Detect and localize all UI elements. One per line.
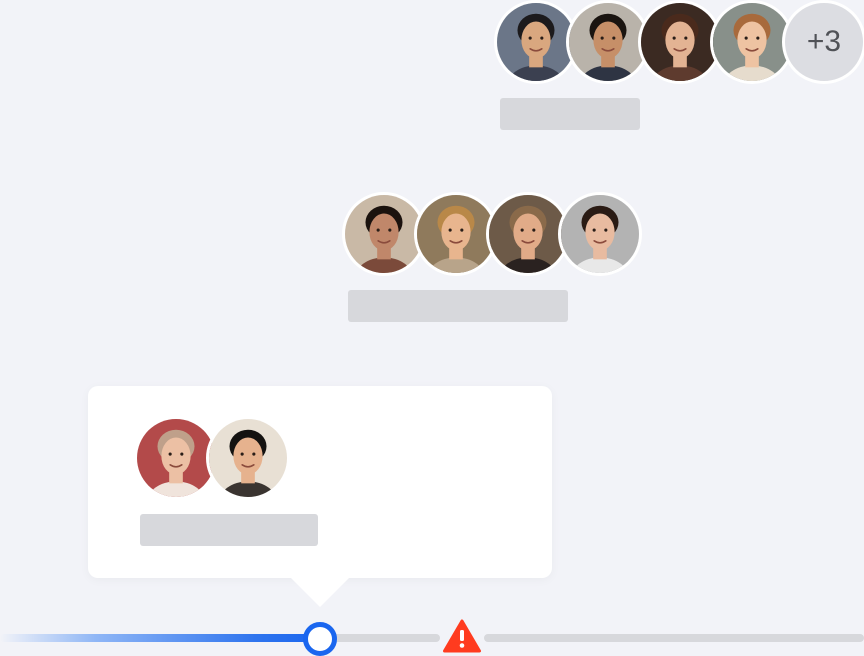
avatar-man-smiling[interactable] [206, 416, 290, 500]
skeleton-bar-2 [348, 290, 568, 322]
skeleton-bar-3 [140, 514, 318, 546]
avatar-group-3[interactable] [134, 416, 290, 500]
timeline-progress [0, 634, 320, 642]
avatar-group-1[interactable]: +3 [494, 0, 864, 84]
timeline-track-segment-2 [484, 634, 864, 642]
timeline-track-segment-1 [320, 634, 440, 642]
timeline-thumb[interactable] [303, 622, 337, 656]
warning-icon[interactable] [443, 619, 481, 653]
canvas: +3 [0, 0, 864, 656]
avatar-man-curly-hair[interactable] [558, 192, 642, 276]
popover-arrow [290, 577, 350, 607]
more-avatars-count[interactable]: +3 [782, 0, 864, 84]
avatar-group-2[interactable] [342, 192, 642, 276]
skeleton-bar-1 [500, 98, 640, 130]
